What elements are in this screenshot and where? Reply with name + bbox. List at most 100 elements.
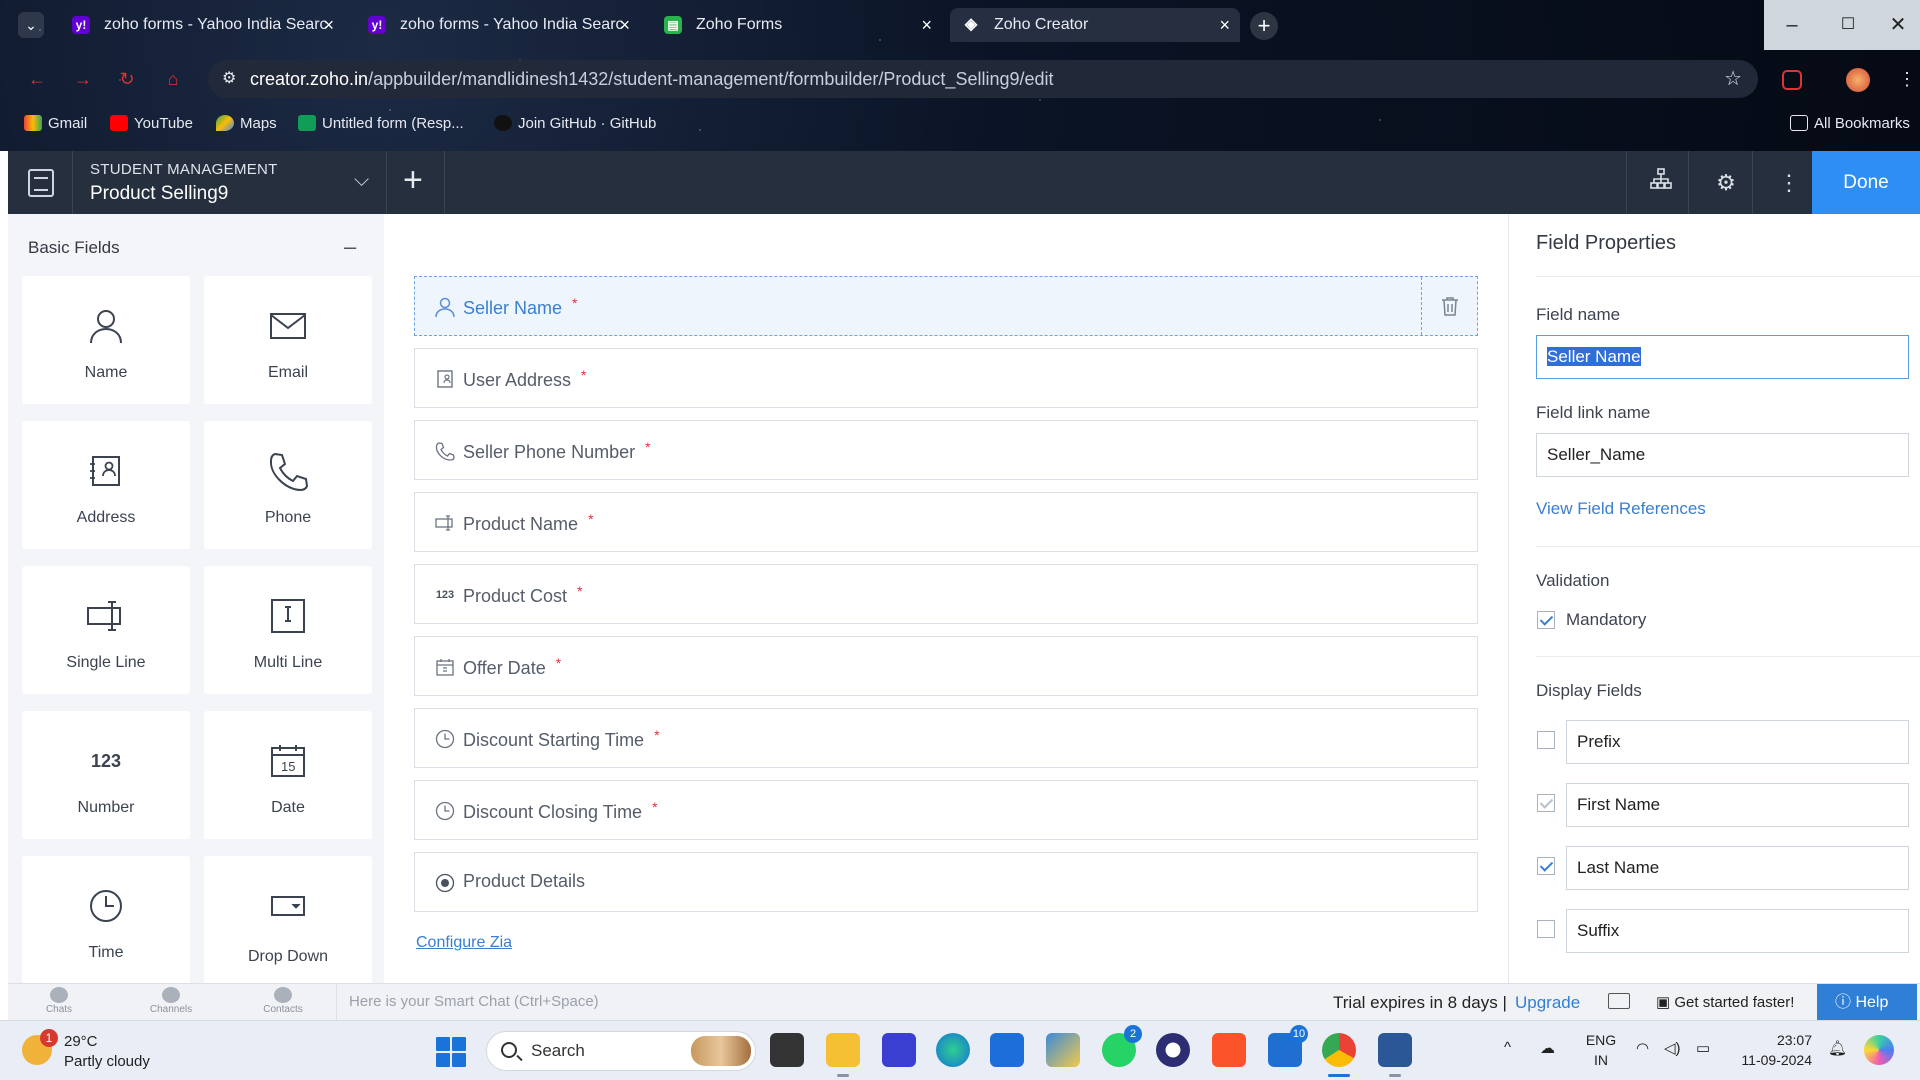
add-form-button[interactable]: +: [403, 161, 423, 200]
tile-drop-down[interactable]: Drop Down: [204, 856, 372, 983]
profile-avatar[interactable]: [1846, 68, 1870, 92]
bookmark-star-icon[interactable]: ☆: [1724, 60, 1742, 98]
eclipse-icon[interactable]: [1156, 1033, 1190, 1067]
chats-button[interactable]: Chats: [24, 987, 94, 1015]
new-tab-button[interactable]: +: [1250, 12, 1278, 40]
suffix-checkbox[interactable]: [1537, 920, 1555, 938]
field-user-address[interactable]: User Address *: [414, 348, 1478, 408]
minimize-button[interactable]: –: [1764, 0, 1820, 50]
chrome-icon[interactable]: [1322, 1033, 1356, 1077]
start-button[interactable]: [436, 1037, 466, 1067]
last-name-checkbox[interactable]: [1537, 857, 1555, 875]
tile-email[interactable]: Email: [204, 276, 372, 404]
more-options-icon[interactable]: ⋮: [1774, 168, 1804, 198]
smart-chat-input[interactable]: Here is your Smart Chat (Ctrl+Space): [336, 984, 1076, 1020]
maximize-button[interactable]: ☐: [1820, 0, 1876, 50]
all-bookmarks[interactable]: All Bookmarks: [1790, 115, 1910, 132]
delete-field-button[interactable]: [1421, 277, 1477, 335]
bookmark-youtube[interactable]: YouTube: [110, 115, 193, 132]
copilot-icon[interactable]: [1864, 1035, 1894, 1065]
field-offer-date[interactable]: Offer Date *: [414, 636, 1478, 696]
field-product-cost[interactable]: 123 Product Cost *: [414, 564, 1478, 624]
tile-phone[interactable]: Phone: [204, 421, 372, 549]
done-button[interactable]: Done: [1812, 151, 1920, 214]
field-seller-phone[interactable]: Seller Phone Number *: [414, 420, 1478, 480]
notification-bell-icon[interactable]: 🔔︎: [1828, 1039, 1847, 1057]
prefix-input[interactable]: Prefix: [1566, 720, 1909, 764]
field-link-name-input[interactable]: Seller_Name: [1536, 433, 1909, 477]
browser-menu-icon[interactable]: ⋮: [1894, 66, 1920, 92]
close-tab-icon[interactable]: ×: [619, 8, 630, 42]
field-discount-starting-time[interactable]: Discount Starting Time *: [414, 708, 1478, 768]
taskbar-search[interactable]: Search: [486, 1031, 756, 1071]
field-seller-name[interactable]: Seller Name *: [414, 276, 1478, 336]
prefix-checkbox[interactable]: [1537, 731, 1555, 749]
mandatory-checkbox[interactable]: [1537, 611, 1555, 629]
whatsapp-icon[interactable]: 2: [1102, 1025, 1142, 1067]
tile-multi-line[interactable]: Multi Line: [204, 566, 372, 694]
tile-time[interactable]: Time: [22, 856, 190, 983]
view-field-references-link[interactable]: View Field References: [1536, 499, 1706, 519]
channels-button[interactable]: Channels: [136, 987, 206, 1015]
field-discount-closing-time[interactable]: Discount Closing Time *: [414, 780, 1478, 840]
tile-single-line[interactable]: Single Line: [22, 566, 190, 694]
last-name-input[interactable]: Last Name: [1566, 846, 1909, 890]
upgrade-link[interactable]: Upgrade: [1515, 993, 1580, 1013]
contacts-button[interactable]: Contacts: [248, 987, 318, 1015]
home-icon[interactable]: ⌂: [160, 66, 186, 92]
wifi-icon[interactable]: ◠: [1636, 1039, 1649, 1057]
store-icon[interactable]: [990, 1033, 1024, 1067]
battery-icon[interactable]: ▭: [1696, 1039, 1710, 1057]
close-window-button[interactable]: ✕: [1876, 0, 1920, 50]
todo-icon[interactable]: 10: [1268, 1025, 1308, 1067]
close-tab-icon[interactable]: ×: [921, 8, 932, 42]
tile-number[interactable]: 123 Number: [22, 711, 190, 839]
edge-icon[interactable]: [936, 1033, 970, 1067]
clock[interactable]: 23:07 11-09-2024: [1732, 1030, 1812, 1070]
python-icon[interactable]: [1046, 1033, 1080, 1067]
volume-icon[interactable]: ◁): [1664, 1039, 1681, 1057]
get-started-button[interactable]: ▣ Get started faster!: [1656, 993, 1794, 1011]
show-hidden-icons[interactable]: ^: [1504, 1039, 1511, 1056]
gear-icon[interactable]: ⚙: [1711, 168, 1741, 198]
onedrive-icon[interactable]: ☁: [1540, 1039, 1555, 1057]
bookmark-untitled-form[interactable]: Untitled form (Resp...: [298, 115, 464, 132]
suffix-input[interactable]: Suffix: [1566, 909, 1909, 953]
field-name-input[interactable]: Seller Name: [1536, 335, 1909, 379]
field-product-details[interactable]: Product Details: [414, 852, 1478, 912]
keyboard-icon[interactable]: [1608, 993, 1630, 1009]
field-product-name[interactable]: Product Name *: [414, 492, 1478, 552]
form-name[interactable]: Product Selling9: [90, 183, 228, 205]
bookmark-maps[interactable]: Maps: [216, 115, 277, 132]
tile-name[interactable]: Name: [22, 276, 190, 404]
tab-zoho-forms[interactable]: ▤ Zoho Forms ×: [652, 8, 942, 42]
tile-date[interactable]: 15 Date: [204, 711, 372, 839]
tab-zoho-creator[interactable]: ◈ Zoho Creator ×: [950, 8, 1240, 42]
language-indicator[interactable]: ENG IN: [1583, 1030, 1619, 1070]
close-tab-icon[interactable]: ×: [323, 8, 334, 42]
hierarchy-icon[interactable]: [1646, 168, 1676, 198]
site-settings-icon[interactable]: ⚙: [222, 60, 236, 98]
bookmark-github[interactable]: Join GitHub · GitHub: [494, 115, 656, 132]
forward-icon[interactable]: →: [70, 66, 96, 92]
brave-icon[interactable]: [1212, 1033, 1246, 1067]
collapse-icon[interactable]: –: [344, 234, 356, 260]
reload-icon[interactable]: ↻: [114, 66, 140, 92]
configure-zia-link[interactable]: Configure Zia: [416, 934, 512, 952]
task-view-icon[interactable]: [770, 1033, 804, 1067]
extension-icon[interactable]: [1782, 70, 1802, 90]
file-explorer-icon[interactable]: [826, 1033, 860, 1077]
help-button[interactable]: ⓘ Help: [1817, 984, 1917, 1021]
chevron-down-icon[interactable]: ⌵: [354, 169, 369, 192]
tab-yahoo-1[interactable]: y! zoho forms - Yahoo India Searc ×: [60, 8, 344, 42]
tab-search-icon[interactable]: ⌄: [18, 12, 44, 38]
whiteboard-icon[interactable]: [882, 1033, 916, 1067]
tab-yahoo-2[interactable]: y! zoho forms - Yahoo India Searc ×: [356, 8, 640, 42]
back-icon[interactable]: ←: [24, 66, 50, 92]
tile-address[interactable]: Address: [22, 421, 190, 549]
first-name-input[interactable]: First Name: [1566, 783, 1909, 827]
close-tab-icon[interactable]: ×: [1219, 8, 1230, 42]
weather-widget[interactable]: 1 29°C Partly cloudy: [22, 1029, 222, 1073]
form-list-icon[interactable]: [28, 169, 54, 197]
word-icon[interactable]: [1378, 1033, 1412, 1077]
